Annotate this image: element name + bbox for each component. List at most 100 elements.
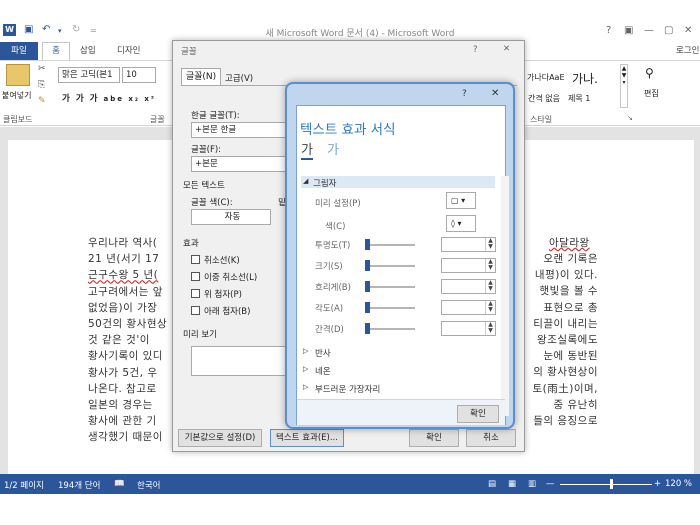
fx-scrollbar[interactable] [501, 176, 509, 416]
page-count[interactable]: 1/2 페이지 [4, 479, 44, 491]
font-ok-button[interactable]: 확인 [409, 429, 459, 447]
zoom-in-icon[interactable]: + [654, 479, 661, 489]
strikethrough-checkbox[interactable] [191, 255, 200, 264]
subscript-label[interactable]: 아래 첨자(B) [204, 305, 250, 317]
close-window-button[interactable]: ✕ [684, 25, 692, 36]
font-dialog-help[interactable]: ? [473, 45, 478, 55]
fx-close-button[interactable]: ✕ [491, 88, 499, 99]
fx-pane: 텍스트 효과 서식 가 가 ◢ 그림자 미리 설정(P) ▢ ▾ 색(C) ◊ … [296, 105, 509, 425]
zoom-out-icon[interactable]: — [546, 479, 555, 489]
transparency-slider[interactable] [365, 244, 415, 246]
shadow-section-label[interactable]: 그림자 [313, 177, 336, 189]
styles-scroll[interactable]: ▲ ▼ ▾ [620, 64, 628, 108]
font-size-input[interactable]: 10 [122, 67, 156, 83]
customize-qat-icon[interactable]: = [90, 26, 97, 35]
undo-dropdown-icon[interactable]: ▾ [58, 27, 62, 35]
tab-home[interactable]: 홈 [42, 42, 70, 60]
style-heading1[interactable]: 가나. [572, 70, 598, 87]
shadow-presets-dropdown[interactable]: ▢ ▾ [446, 192, 476, 209]
spin-arrows[interactable]: ▲ ▼ [485, 238, 495, 251]
transparency-spin[interactable]: ▲ ▼ [441, 237, 496, 252]
strikethrough-label[interactable]: 취소선(K) [204, 254, 240, 266]
text-effects-button[interactable]: 텍스트 효과(E)... [270, 429, 344, 447]
read-mode-icon[interactable]: ▤ [488, 479, 496, 489]
fx-help-button[interactable]: ? [462, 89, 467, 99]
blur-slider[interactable] [365, 286, 415, 288]
styles-launcher-icon[interactable]: ↘ [627, 114, 633, 122]
ribbon-display-icon[interactable]: ▣ [624, 25, 633, 36]
word-count[interactable]: 194개 단어 [58, 479, 100, 491]
tab-advanced[interactable]: 고급(V) [225, 72, 253, 84]
reflection-expand-icon[interactable]: ▷ [303, 347, 308, 355]
style-normal[interactable]: 가나다AaE [527, 72, 565, 83]
cut-icon[interactable]: ✂ [38, 64, 46, 74]
soft-edges-section[interactable]: 부드러운 가장자리 [315, 383, 380, 395]
distance-slider[interactable] [365, 328, 415, 330]
font-dialog-close[interactable]: ✕ [503, 44, 510, 54]
proofing-icon[interactable]: 📖 [114, 479, 125, 489]
shadow-color-dropdown[interactable]: ◊ ▾ [446, 215, 476, 232]
shadow-expand-icon[interactable]: ◢ [303, 177, 308, 185]
distance-thumb[interactable] [365, 323, 370, 334]
angle-spin[interactable]: ▲ ▼ [441, 300, 496, 315]
zoom-slider-thumb[interactable] [610, 479, 613, 489]
editing-label[interactable]: 편집 [644, 88, 659, 99]
word-logo-icon: W [3, 24, 16, 36]
superscript-checkbox[interactable] [191, 289, 200, 298]
text-effects-tab-icon[interactable]: 가 [327, 139, 339, 158]
zoom-level[interactable]: 120 % [665, 479, 692, 489]
font-input[interactable]: +본문 [191, 156, 286, 172]
spin-arrows[interactable]: ▲ ▼ [485, 259, 495, 272]
font-color-select[interactable]: 자동 [191, 209, 271, 225]
size-spin[interactable]: ▲ ▼ [441, 258, 496, 273]
restore-button[interactable]: ▢ [664, 25, 673, 36]
account-link[interactable]: 로그인 [676, 44, 699, 56]
tab-design[interactable]: 디자인 [117, 44, 140, 56]
font-format-buttons[interactable]: 가가가abe x₂ x² [62, 92, 156, 104]
superscript-label[interactable]: 위 첨자(P) [204, 288, 242, 300]
blur-spin[interactable]: ▲ ▼ [441, 279, 496, 294]
language[interactable]: 한국어 [137, 479, 160, 491]
size-thumb[interactable] [365, 260, 370, 271]
undo-icon[interactable]: ↶ [42, 24, 50, 35]
set-default-button[interactable]: 기본값으로 설정(D) [178, 429, 262, 447]
tab-file[interactable]: 파일 [0, 42, 38, 60]
distance-spin[interactable]: ▲ ▼ [441, 321, 496, 336]
save-icon[interactable]: ▣ [24, 24, 33, 35]
korean-font-input[interactable]: +본문 한글 [191, 122, 286, 138]
web-layout-icon[interactable]: ▥ [528, 479, 536, 489]
copy-icon[interactable]: ⎘ [38, 80, 45, 90]
angle-slider[interactable] [365, 307, 415, 309]
spin-arrows[interactable]: ▲ ▼ [485, 280, 495, 293]
blur-thumb[interactable] [365, 281, 370, 292]
glow-section[interactable]: 네온 [315, 365, 331, 377]
spin-arrows[interactable]: ▲ ▼ [485, 322, 495, 335]
print-layout-icon[interactable]: ▦ [508, 479, 516, 489]
spin-arrows[interactable]: ▲ ▼ [485, 301, 495, 314]
double-strikethrough-checkbox[interactable] [191, 272, 200, 281]
minimize-button[interactable]: — [644, 25, 654, 36]
find-icon[interactable]: ⚲ [645, 66, 654, 80]
zoom-slider-track[interactable] [560, 484, 652, 485]
help-button[interactable]: ? [606, 25, 611, 36]
size-slider[interactable] [365, 265, 415, 267]
subscript-checkbox[interactable] [191, 306, 200, 315]
format-painter-icon[interactable]: ✎ [38, 96, 46, 106]
tab-insert[interactable]: 삽입 [80, 44, 96, 56]
redo-icon[interactable]: ↻ [72, 24, 80, 35]
fx-ok-button[interactable]: 확인 [457, 405, 499, 423]
doc-line: 우리나라 역사( [88, 237, 158, 249]
angle-thumb[interactable] [365, 302, 370, 313]
glow-expand-icon[interactable]: ▷ [303, 365, 308, 373]
font-cancel-button[interactable]: 취소 [466, 429, 516, 447]
doc-line: 햇빛을 볼 수 [539, 285, 598, 298]
reflection-section[interactable]: 반사 [315, 347, 331, 359]
soft-edges-expand-icon[interactable]: ▷ [303, 383, 308, 391]
font-name-input[interactable]: 맑은 고딕(본1 [58, 67, 120, 83]
double-strikethrough-label[interactable]: 이중 취소선(L) [204, 271, 257, 283]
paste-icon[interactable] [6, 64, 30, 86]
text-fill-tab-icon[interactable]: 가 [301, 139, 313, 160]
paste-label[interactable]: 붙여넣기 [2, 90, 31, 101]
tab-font[interactable]: 글꼴(N) [181, 68, 221, 85]
transparency-thumb[interactable] [365, 239, 370, 250]
